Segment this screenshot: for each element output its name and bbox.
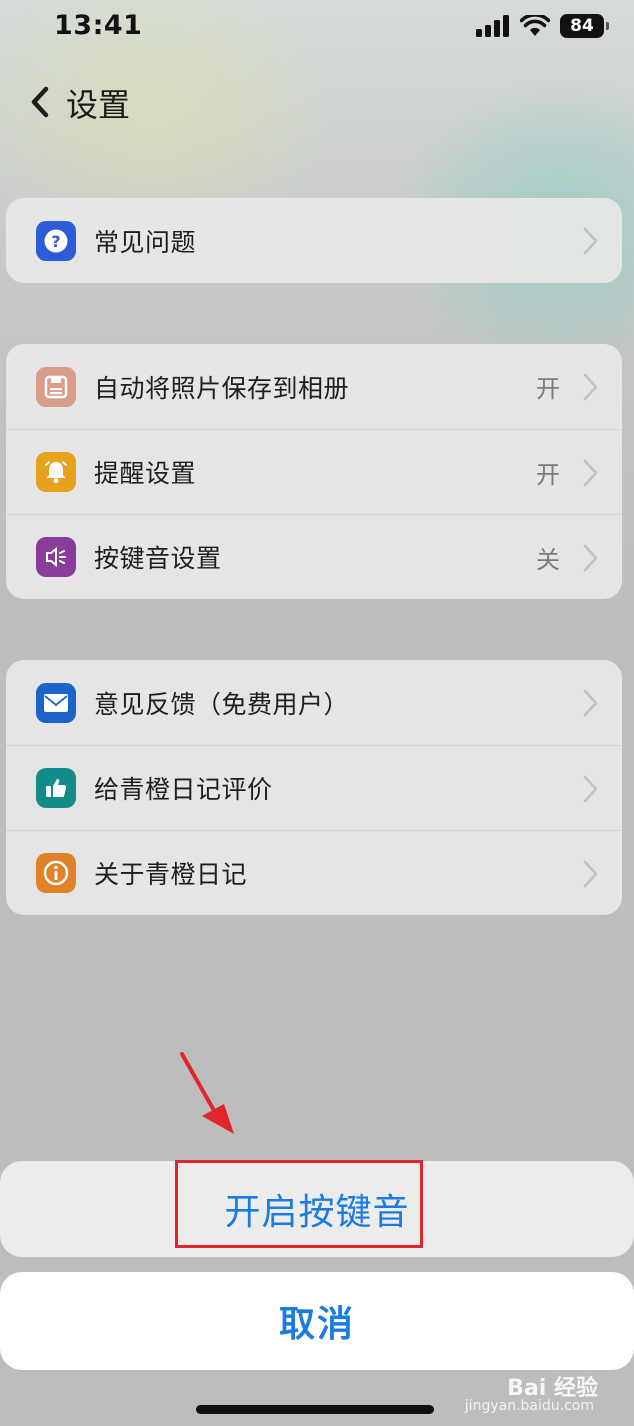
row-label: 关于青橙日记 <box>94 860 248 889</box>
row-value: 关 <box>536 545 560 574</box>
chevron-right-icon <box>583 860 598 888</box>
mail-icon <box>36 682 76 723</box>
chevron-left-icon <box>31 86 49 118</box>
screen: 13:41 84 设置 ? 常见问题 自动将照片保存到相册 开 提醒设置 开 按… <box>0 0 634 1426</box>
speaker-icon <box>36 537 76 577</box>
settings-group-help: ? 常见问题 <box>6 198 622 283</box>
action-label: 开启按键音 <box>224 1192 410 1233</box>
page-title: 设置 <box>66 86 131 124</box>
row-value: 开 <box>536 460 560 489</box>
settings-row-faq[interactable]: ? 常见问题 <box>6 198 622 283</box>
settings-row-save-photos[interactable]: 自动将照片保存到相册 开 <box>6 344 622 429</box>
cellular-signal-icon <box>476 15 509 37</box>
chevron-right-icon <box>583 459 598 487</box>
row-label: 提醒设置 <box>94 459 197 488</box>
back-button[interactable] <box>22 82 58 122</box>
settings-group-preferences: 自动将照片保存到相册 开 提醒设置 开 按键音设置 关 <box>6 344 622 599</box>
row-label: 自动将照片保存到相册 <box>94 373 350 403</box>
chevron-right-icon <box>583 544 598 572</box>
row-label: 按键音设置 <box>94 544 222 573</box>
thumbs-up-icon <box>36 768 76 808</box>
question-icon: ? <box>36 220 76 261</box>
battery-indicator: 84 <box>560 14 609 38</box>
cancel-label: 取消 <box>278 1304 355 1345</box>
settings-row-feedback[interactable]: 意见反馈（免费用户） <box>6 660 622 745</box>
chevron-right-icon <box>583 689 598 717</box>
watermark-url: jingyan.baidu.com <box>464 1398 594 1414</box>
chevron-right-icon <box>583 227 598 255</box>
save-icon <box>36 366 76 407</box>
svg-text:?: ? <box>51 232 60 251</box>
settings-row-about[interactable]: 关于青橙日记 <box>6 830 622 915</box>
home-indicator[interactable] <box>196 1405 434 1414</box>
cancel-button[interactable]: 取消 <box>0 1272 634 1370</box>
row-label: 意见反馈（免费用户） <box>94 689 350 719</box>
info-icon <box>36 853 76 893</box>
row-value: 开 <box>536 375 560 403</box>
status-time: 13:41 <box>54 10 143 41</box>
settings-row-key-sound[interactable]: 按键音设置 关 <box>6 514 622 599</box>
chevron-right-icon <box>583 775 598 803</box>
status-icons: 84 <box>476 14 609 38</box>
settings-row-reminder[interactable]: 提醒设置 开 <box>6 429 622 514</box>
settings-group-about: 意见反馈（免费用户） 给青橙日记评价 关于青橙日记 <box>6 660 622 915</box>
row-label: 常见问题 <box>94 227 197 257</box>
battery-level: 84 <box>570 16 594 36</box>
settings-row-rate-app[interactable]: 给青橙日记评价 <box>6 745 622 830</box>
annotation-arrow-icon <box>180 1052 234 1134</box>
enable-key-sound-button[interactable]: 开启按键音 <box>0 1161 634 1257</box>
chevron-right-icon <box>583 373 598 401</box>
row-label: 给青橙日记评价 <box>94 775 273 804</box>
wifi-icon <box>520 15 550 36</box>
bell-icon <box>36 452 76 492</box>
